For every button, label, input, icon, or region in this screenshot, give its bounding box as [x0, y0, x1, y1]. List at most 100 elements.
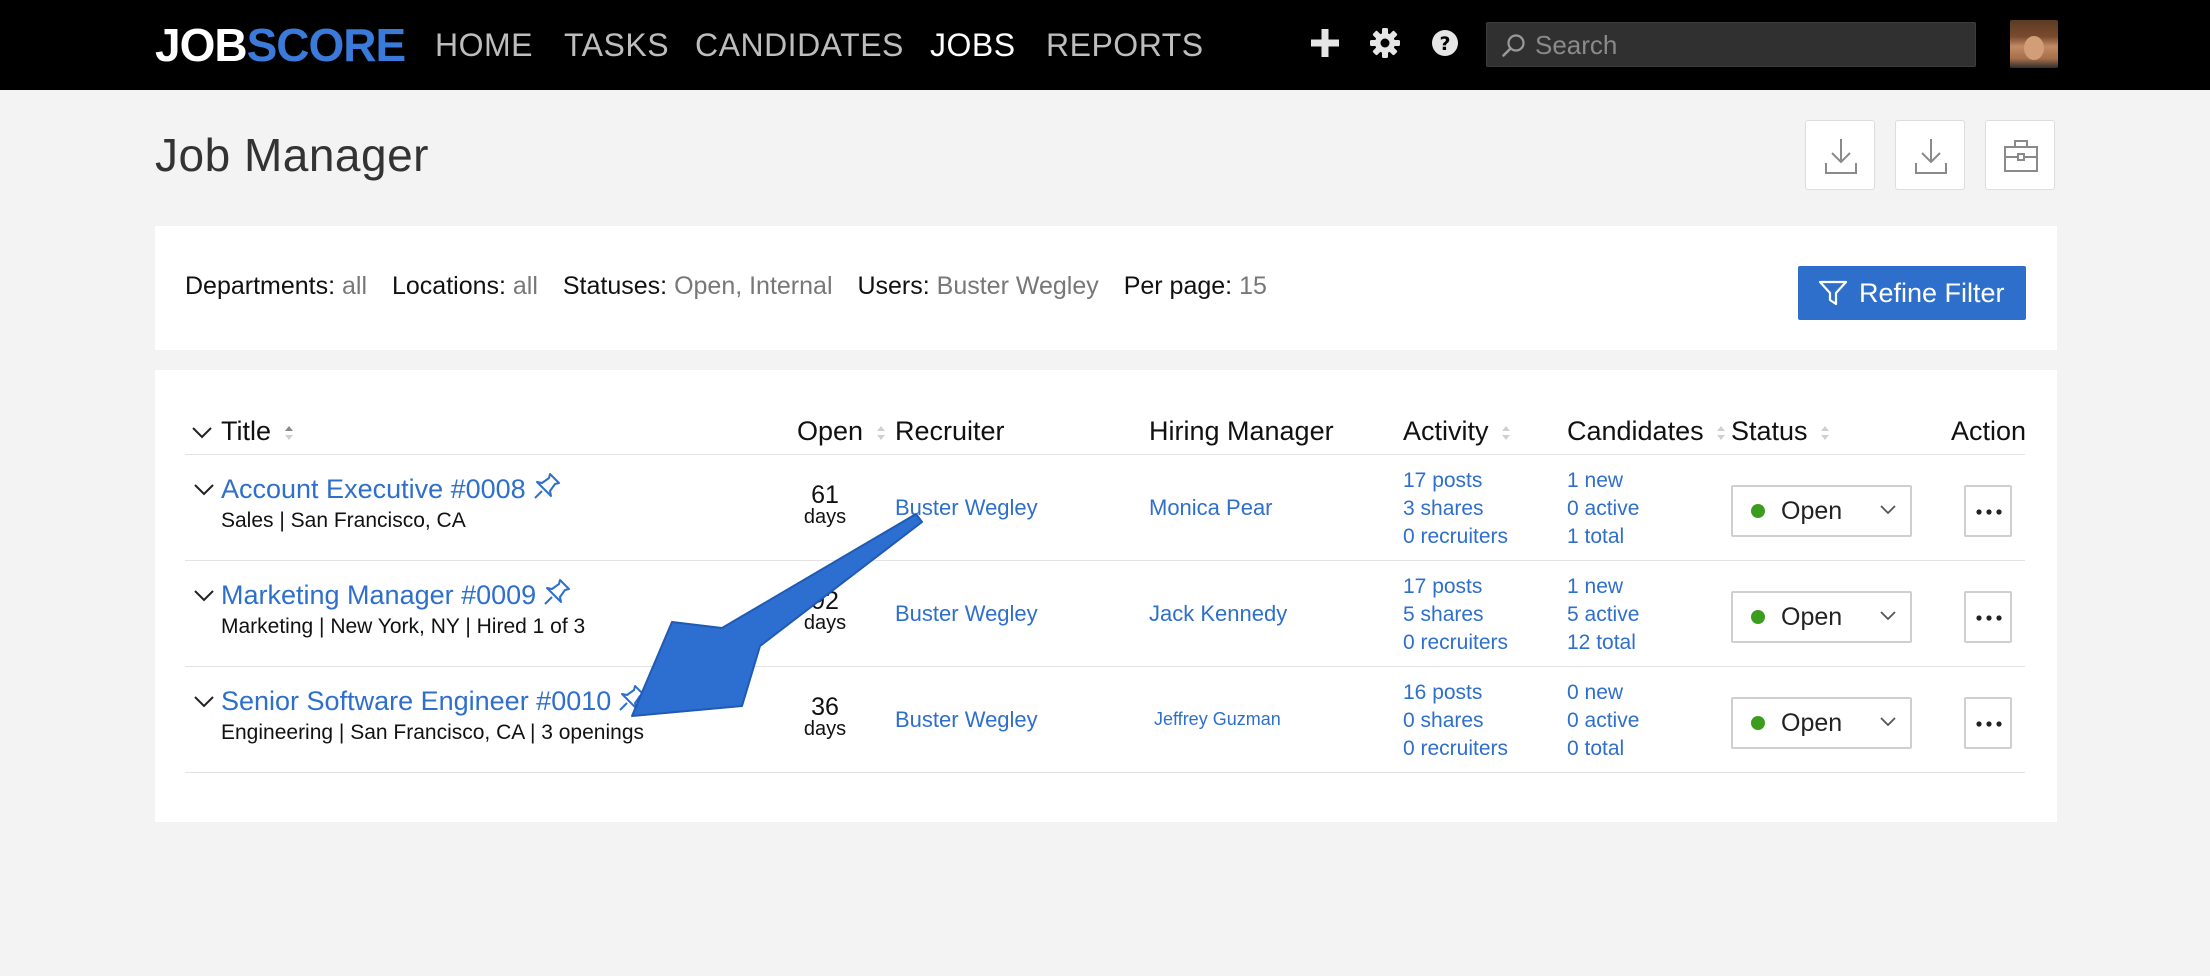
- sort-icon: [876, 425, 885, 440]
- svg-text:?: ?: [1439, 33, 1450, 55]
- new-job-button[interactable]: [1985, 120, 2055, 190]
- plus-icon[interactable]: [1309, 27, 1341, 59]
- search-box[interactable]: [1486, 22, 1976, 67]
- refine-filter-button[interactable]: Refine Filter: [1798, 266, 2026, 320]
- export-button[interactable]: [1895, 120, 1965, 190]
- total-candidates-link[interactable]: 1 total: [1567, 523, 1639, 551]
- job-title-link[interactable]: Senior Software Engineer #0010: [221, 683, 647, 717]
- days-open: 61 days: [803, 481, 847, 528]
- column-header-status[interactable]: Status: [1731, 416, 1830, 447]
- more-icon: [1976, 721, 2002, 727]
- briefcase-icon: [2004, 140, 2038, 172]
- jobs-table-card: Title Open Recruiter Hiring Manager Acti…: [155, 370, 2057, 822]
- sort-icon: [284, 425, 293, 440]
- status-dropdown[interactable]: Open: [1731, 697, 1912, 749]
- row-expand-chevron-icon[interactable]: [193, 483, 215, 497]
- sort-icon: [1502, 425, 1511, 440]
- shares-link[interactable]: 3 shares: [1403, 495, 1508, 523]
- job-title-link[interactable]: Marketing Manager #0009: [221, 577, 572, 611]
- column-header-candidates[interactable]: Candidates: [1567, 416, 1726, 447]
- hiring-manager-link[interactable]: Monica Pear: [1149, 495, 1273, 521]
- column-header-open[interactable]: Open: [797, 416, 886, 447]
- new-candidates-link[interactable]: 0 new: [1567, 679, 1639, 707]
- column-header-activity[interactable]: Activity: [1403, 416, 1511, 447]
- page-title: Job Manager: [155, 129, 429, 181]
- refine-filter-label: Refine Filter: [1859, 278, 2005, 308]
- new-candidates-link[interactable]: 1 new: [1567, 573, 1639, 601]
- recruiter-link[interactable]: Buster Wegley: [895, 495, 1038, 521]
- search-input[interactable]: [1535, 26, 1965, 64]
- status-dot: [1751, 504, 1765, 518]
- hiring-manager-link[interactable]: Jack Kennedy: [1149, 601, 1287, 627]
- job-title-link[interactable]: Account Executive #0008: [221, 471, 562, 505]
- status-dropdown[interactable]: Open: [1731, 485, 1912, 537]
- nav-jobs[interactable]: JOBS: [930, 22, 1016, 68]
- days-open: 92 days: [803, 587, 847, 634]
- total-candidates-link[interactable]: 12 total: [1567, 629, 1639, 657]
- locations-label: Locations:: [391, 272, 506, 300]
- posts-link[interactable]: 17 posts: [1403, 573, 1508, 601]
- gear-icon[interactable]: [1369, 27, 1401, 59]
- departments-value: all: [342, 272, 368, 300]
- chevron-down-icon: [1880, 717, 1896, 727]
- posts-link[interactable]: 16 posts: [1403, 679, 1508, 707]
- pin-icon[interactable]: [532, 471, 562, 501]
- users-label: Users:: [857, 272, 930, 300]
- recruiters-link[interactable]: 0 recruiters: [1403, 629, 1508, 657]
- collapse-all-chevron-icon[interactable]: [191, 426, 213, 440]
- more-icon: [1976, 615, 2002, 621]
- activity-stats: 16 posts 0 shares 0 recruiters: [1403, 679, 1508, 763]
- nav-candidates[interactable]: CANDIDATES: [695, 22, 904, 68]
- locations-value: all: [512, 272, 538, 300]
- candidate-stats: 1 new 0 active 1 total: [1567, 467, 1639, 551]
- row-actions-button[interactable]: [1964, 591, 2012, 643]
- hiring-manager-link[interactable]: Jeffrey Guzman: [1154, 709, 1281, 730]
- row-expand-chevron-icon[interactable]: [193, 589, 215, 603]
- divider: [185, 772, 2025, 773]
- posts-link[interactable]: 17 posts: [1403, 467, 1508, 495]
- active-candidates-link[interactable]: 0 active: [1567, 707, 1639, 735]
- column-header-title[interactable]: Title: [221, 416, 294, 447]
- shares-link[interactable]: 5 shares: [1403, 601, 1508, 629]
- user-avatar[interactable]: [2010, 20, 2058, 68]
- chevron-down-icon: [1880, 611, 1896, 621]
- jobscore-logo[interactable]: JOBSCORE: [155, 18, 406, 72]
- filter-summary-card: Departments: all Locations: all Statuses…: [155, 226, 2057, 350]
- row-actions-button[interactable]: [1964, 697, 2012, 749]
- job-subtitle: Engineering | San Francisco, CA | 3 open…: [221, 721, 644, 744]
- sort-icon: [1717, 425, 1726, 440]
- pin-icon[interactable]: [542, 577, 572, 607]
- recruiter-link[interactable]: Buster Wegley: [895, 707, 1038, 733]
- recruiter-link[interactable]: Buster Wegley: [895, 601, 1038, 627]
- pin-icon[interactable]: [617, 683, 647, 713]
- nav-reports[interactable]: REPORTS: [1046, 22, 1204, 68]
- more-icon: [1976, 509, 2002, 515]
- status-dot: [1751, 610, 1765, 624]
- column-header-action: Action: [1951, 416, 2027, 446]
- filter-summary: Departments: all Locations: all Statuses…: [185, 272, 1285, 301]
- statuses-value: Open, Internal: [674, 272, 833, 300]
- status-dot: [1751, 716, 1765, 730]
- activity-stats: 17 posts 3 shares 0 recruiters: [1403, 467, 1508, 551]
- table-row: Senior Software Engineer #0010 Engineeri…: [155, 667, 2057, 773]
- download-button[interactable]: [1805, 120, 1875, 190]
- status-dropdown[interactable]: Open: [1731, 591, 1912, 643]
- activity-stats: 17 posts 5 shares 0 recruiters: [1403, 573, 1508, 657]
- nav-home[interactable]: HOME: [435, 22, 533, 68]
- column-header-hiring-manager: Hiring Manager: [1149, 416, 1334, 446]
- table-row: Account Executive #0008 Sales | San Fran…: [155, 455, 2057, 561]
- candidate-stats: 1 new 5 active 12 total: [1567, 573, 1639, 657]
- active-candidates-link[interactable]: 0 active: [1567, 495, 1639, 523]
- nav-tasks[interactable]: TASKS: [564, 22, 669, 68]
- job-subtitle: Marketing | New York, NY | Hired 1 of 3: [221, 615, 586, 638]
- help-icon[interactable]: ?: [1429, 27, 1461, 59]
- perpage-value: 15: [1239, 272, 1267, 300]
- recruiters-link[interactable]: 0 recruiters: [1403, 523, 1508, 551]
- shares-link[interactable]: 0 shares: [1403, 707, 1508, 735]
- recruiters-link[interactable]: 0 recruiters: [1403, 735, 1508, 763]
- new-candidates-link[interactable]: 1 new: [1567, 467, 1639, 495]
- active-candidates-link[interactable]: 5 active: [1567, 601, 1639, 629]
- row-actions-button[interactable]: [1964, 485, 2012, 537]
- row-expand-chevron-icon[interactable]: [193, 695, 215, 709]
- total-candidates-link[interactable]: 0 total: [1567, 735, 1639, 763]
